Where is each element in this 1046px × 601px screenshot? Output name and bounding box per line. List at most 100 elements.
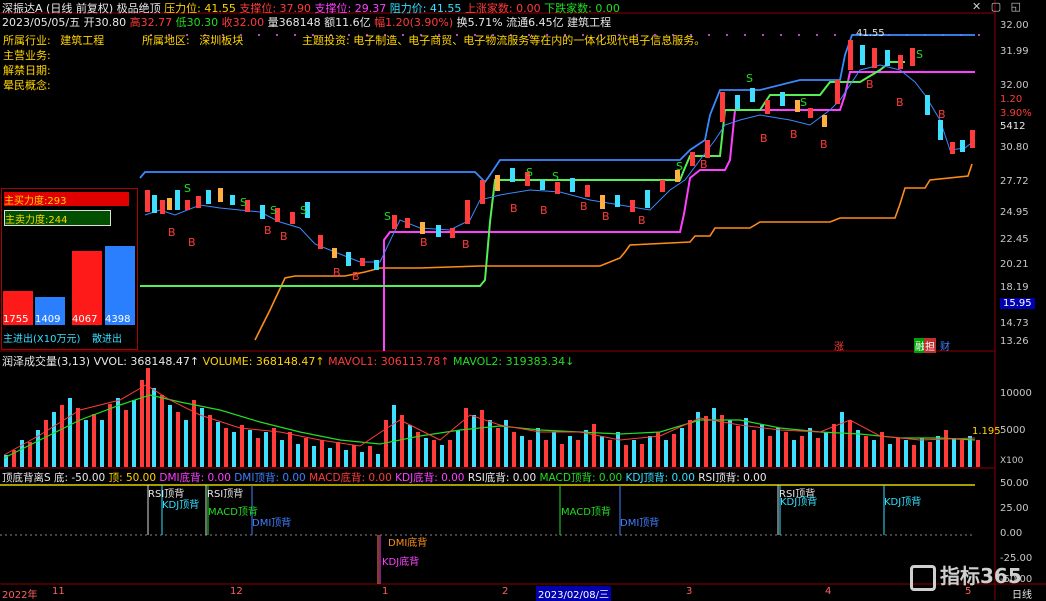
price-tick: 30.80	[1000, 142, 1029, 153]
div-title[interactable]: 顶底背离S	[2, 472, 51, 484]
mavol1-value: MAVOL1: 306113.78↑	[328, 355, 450, 368]
kdj-top: KDJ顶背: 0.00	[625, 472, 695, 484]
peak-label: 41.55	[856, 28, 885, 39]
quote-volume: 量368148	[267, 16, 321, 29]
kdj-bottom: KDJ底背: 0.00	[395, 472, 465, 484]
quote-float: 流通6.45亿	[506, 16, 564, 29]
retail-in-bar: 4067	[72, 251, 102, 325]
unlock-label: 解禁日期:	[3, 64, 51, 77]
x-month: 1	[382, 586, 389, 597]
kdj-top-label: KDJ顶背	[162, 500, 200, 511]
quote-bar: 2023/05/05/五 开30.80 高32.77 低30.30 收32.00…	[2, 14, 611, 30]
quote-turnover: 换5.71%	[456, 16, 503, 29]
macd-top-label: MACD顶背	[561, 507, 611, 518]
x-month: 12	[230, 586, 243, 597]
close-icon[interactable]: ✕	[972, 0, 981, 13]
quote-amount: 额11.6亿	[324, 16, 371, 29]
dmi-top-label: DMI顶背	[252, 518, 292, 529]
main-out-bar: 1409	[35, 297, 65, 325]
region-value: 深圳板块	[199, 34, 244, 47]
macd-top-label: MACD顶背	[208, 507, 258, 518]
cai-marker: 财	[940, 342, 950, 353]
concept-label: 晕民概念:	[3, 79, 51, 92]
kdj-bottom-label: KDJ底背	[382, 557, 420, 568]
retail-footer: 散进出	[92, 334, 122, 345]
maximize-icon[interactable]: ▢	[991, 0, 1001, 13]
volume-title[interactable]: 润泽成交量(3,13)	[2, 355, 90, 368]
rsi-top-label: RSI顶背	[207, 489, 244, 500]
volume-ratio: 1.195	[972, 426, 1001, 437]
div-tick: 50.00	[1000, 478, 1029, 489]
current-price-tag: 15.95	[1000, 298, 1035, 309]
volume-value: VOLUME: 368148.47↑	[202, 355, 325, 368]
rsi-top: RSI顶背: 0.00	[698, 472, 767, 484]
main-footer: 主进出(X10万元)	[3, 334, 81, 345]
price-tick: 3.90%	[1000, 108, 1032, 119]
watermark-logo-icon	[910, 564, 936, 591]
kdj-top-label: KDJ顶背	[780, 497, 818, 508]
window-controls: ✕ ▢ ◱	[972, 0, 1021, 13]
theme-label: 主题投资:	[302, 34, 350, 47]
sell-power-bar: 主卖力度:244	[4, 210, 111, 226]
quote-open: 开30.80	[83, 16, 127, 29]
divergence-header: 顶底背离S 底: -50.00 顶: 50.00 DMI底背: 0.00 DMI…	[2, 470, 767, 485]
rsi-bottom: RSI底背: 0.00	[467, 472, 537, 484]
x-month: 3	[686, 586, 693, 597]
volume-tick: 5000	[1000, 425, 1026, 436]
quote-sector: 建筑工程	[567, 16, 612, 29]
volume-tick: 10000	[1000, 388, 1032, 399]
retail-out-bar: 4398	[105, 246, 135, 325]
dmi-top: DMI顶背: 0.00	[234, 472, 306, 484]
power-panel: 主买力度:293 主卖力度:244 1755 1409 4067 4398 主进…	[1, 188, 138, 350]
buy-power-bar: 主买力度:293	[4, 192, 129, 207]
macd-top: MACD顶背: 0.00	[539, 472, 623, 484]
chart-canvas	[0, 0, 1046, 600]
quote-change: 幅1.20	[374, 16, 410, 29]
theme-row: 主题投资: 电子制造、电子商贸、电子物流服务等在内的一体化现代电子信息服务。	[302, 32, 705, 48]
business-label: 主营业务:	[3, 49, 51, 62]
theme-value: 电子制造、电子商贸、电子物流服务等在内的一体化现代电子信息服务。	[353, 34, 706, 47]
price-tick: 31.99	[1000, 46, 1029, 57]
vvol-value: VVOL: 368148.47↑	[93, 355, 200, 368]
dan-marker: 担	[924, 338, 936, 353]
price-tick: 20.21	[1000, 259, 1029, 270]
quote-date: 2023/05/05/五	[2, 16, 81, 29]
watermark: 指标365	[910, 560, 1022, 591]
dmi-top-label: DMI顶背	[620, 518, 660, 529]
x-month: 11	[52, 586, 65, 597]
quote-close: 收32.00	[221, 16, 265, 29]
quote-high: 高32.77	[129, 16, 173, 29]
x-year: 2022年	[2, 590, 38, 601]
price-tick: 32.00	[1000, 20, 1029, 31]
price-tick: 22.45	[1000, 234, 1029, 245]
price-tick: 5412	[1000, 121, 1026, 132]
dmi-bottom-label: DMI底背	[388, 538, 428, 549]
price-tick: 1.20	[1000, 94, 1023, 105]
industry-label: 所属行业:	[3, 34, 51, 47]
restore-icon[interactable]: ◱	[1011, 0, 1021, 13]
dmi-bottom: DMI底背: 0.00	[159, 472, 231, 484]
region-row: 所属地区: 深圳板块	[142, 32, 243, 48]
macd-bottom: MACD底背: 0.00	[309, 472, 392, 484]
x-month: 2	[502, 586, 509, 597]
price-tick: 27.72	[1000, 176, 1029, 187]
div-top: 顶: 50.00	[108, 472, 157, 484]
main-in-bar: 1755	[3, 291, 33, 325]
industry-value: 建筑工程	[60, 34, 105, 47]
zhang-marker: 涨	[834, 342, 844, 353]
industry-row: 所属行业: 建筑工程	[3, 32, 104, 48]
quote-low: 低30.30	[175, 16, 219, 29]
div-bottom: 底: -50.00	[54, 472, 106, 484]
div-tick: 25.00	[1000, 503, 1029, 514]
x-cursor-date: 2023/02/08/三	[536, 586, 612, 601]
kdj-top-label: KDJ顶背	[884, 497, 922, 508]
price-tick: 24.95	[1000, 207, 1029, 218]
x-month: 4	[825, 586, 832, 597]
div-tick: 0.00	[1000, 528, 1023, 539]
price-tick: 32.00	[1000, 80, 1029, 91]
price-tick: 14.73	[1000, 318, 1029, 329]
quote-pct: (3.90%)	[409, 16, 454, 29]
price-tick: 18.19	[1000, 282, 1029, 293]
mavol2-value: MAVOL2: 319383.34↓	[452, 355, 575, 368]
price-tick: 13.26	[1000, 336, 1029, 347]
